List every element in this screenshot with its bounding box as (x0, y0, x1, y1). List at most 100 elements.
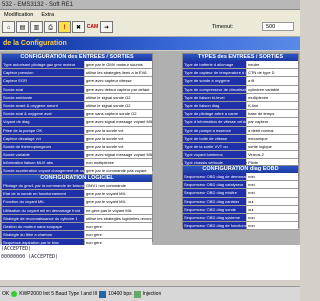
config-row-value: gere par le voyant MIL (85, 198, 152, 206)
config-row-value: gere avec signal message voyant MIL (85, 118, 152, 126)
config-row-value: utilise les strategies logicielles recon… (85, 214, 152, 222)
config-row-label: Type de pompe a essence (183, 126, 247, 134)
config-row: Type de capteur de temperature d air CTN … (183, 69, 298, 78)
config-row-value: gere avec capteur vitesse (85, 77, 152, 85)
config-row-label: Etat de la sonde en fonctionnement (2, 190, 84, 198)
home-icon[interactable]: ⌂ (2, 21, 15, 33)
config-row-label: Type de compresseur de climatisation (183, 85, 247, 93)
toolbar: ⌂ ▤ ▥ ⎙ ! ✖ CAM ➜ Timeout: 500 (0, 19, 300, 37)
close-icon[interactable]: ✖ (72, 21, 85, 33)
config-row-label: Sonde de thermoplongeurs (2, 142, 84, 151)
config-row: Type de pompe a essence a debit normal (183, 126, 298, 135)
log-console: (ACCEPTED) 00000000 (ACCEPTED) (0, 245, 300, 280)
config-row-value: base de temps (247, 110, 298, 118)
config-row-value: Vernos 2 (247, 151, 298, 159)
connection-status-icon (11, 291, 18, 297)
print-icon[interactable]: ⎙ (44, 21, 57, 33)
config-row: Type de compresseur de climatisation cyli… (183, 85, 298, 94)
exit-icon[interactable]: ➜ (100, 21, 113, 33)
config-row-label: Voyant de diag (2, 118, 84, 126)
config-row-value: par capteur (247, 118, 298, 126)
config-row-label: Sonde avant & oxygene amont (2, 101, 84, 110)
config-row: Fonction du voyant MIL gere par le voyant… (2, 198, 152, 207)
config-row-value: GMV1 non commande (85, 182, 152, 190)
panel-config-entrees: CONFIGURATION des ENTREES / SORTIES Type… (1, 53, 153, 184)
config-row: Sequenceur OBD diag de demarrage non (183, 173, 298, 182)
config-row-value: gere par la sonde vvt (85, 126, 152, 134)
panel-config-eobd: CONFIGURATION diag EOBD Sequenceur OBD d… (182, 165, 299, 231)
warning-icon[interactable]: ! (58, 21, 71, 33)
config-row-value: gere avec defaut capteur par defaut (85, 85, 152, 93)
config-row-label: Sequenceur OBD diag de demarrage (183, 173, 247, 181)
config-row: Strategie de reconnaissance du cylindre … (2, 214, 152, 223)
config-row-label: Sequenceur OBD diag systeme (183, 213, 247, 222)
config-row-value: a fil (247, 77, 298, 85)
config-row: Sequenceur OBD diag canister oui (183, 197, 298, 206)
config-row-value: K-line (247, 101, 298, 110)
config-row-label: Capteur decalage vvt (2, 134, 84, 142)
config-row: Sonde aval gere avec defaut capteur par d… (2, 85, 152, 94)
config-row: Type de sonde a oxygene a fil (183, 77, 298, 86)
status-bar: OK KWP2000 Init 5 Baud Type I and III 10… (0, 286, 300, 301)
config-row: Sonde aval & oxygene aval gere sans capte… (2, 110, 152, 119)
menu-bar: Modification Extra (0, 10, 300, 19)
config-row-value: non gere (85, 231, 152, 239)
config-row: Etat de la sonde en fonctionnement gere p… (2, 190, 152, 199)
config-row: Sonde de thermoplongeurs gere par la sond… (2, 142, 152, 152)
injection-icon (133, 290, 141, 298)
config-row-value: utilise le signal sonde O2 (85, 93, 152, 101)
panel-title: CONFIGURATION LOGICIEL (2, 175, 152, 182)
config-row-value: gere par le GMV moteur soumis (85, 61, 152, 69)
config-row-label: Type de pilotage arbre a came (183, 110, 247, 118)
config-row: Sequenceur OBD diag misfire non (183, 189, 298, 198)
menu-item-modification[interactable]: Modification (0, 12, 37, 18)
config-row: Type de liaison bi-level multiplexee (183, 93, 298, 102)
config-row: Utilisation du voyant mil en demarrage f… (2, 206, 152, 215)
config-row-label: Sonde aval & oxygene aval (2, 110, 84, 118)
config-row-label: Sonde variable (2, 151, 84, 159)
config-row-label: Type d information de vitesse vehicule (183, 118, 247, 126)
config-row-label: Sonde ambiante (2, 93, 84, 101)
config-row-label: Fonction du voyant MIL (2, 198, 84, 206)
status-speed: 10400 bps (108, 291, 132, 297)
timeout-field[interactable]: 500 (262, 22, 294, 31)
config-row-value: utilise les strategies liees a la EVA (85, 69, 152, 77)
config-row-value: multiplexee (247, 93, 298, 101)
config-row-label: Type autorisant pilotage gaz gmv moteur (2, 61, 84, 69)
config-row-value: ne gere pas le voyant MIL (85, 206, 152, 214)
section-title-bar: de la Configuration (0, 37, 300, 50)
config-row-label: Type de batterie d allumage (183, 61, 247, 69)
config-row-label: Sequenceur OBD diag canister (183, 197, 247, 205)
config-row: Prise de la pompe OK gere par la sonde vv… (2, 126, 152, 135)
config-row-label: Sequenceur OBD diag de fonctionnement (183, 222, 247, 230)
panel-types-entrees: TYPES des ENTREES / SORTIES Type de batt… (182, 53, 299, 168)
config-row-label: Sequenceur OBD diag catalyseur (183, 181, 247, 189)
document-icon[interactable]: ▥ (30, 21, 43, 33)
config-row: Sequenceur OBD diag catalyseur non (183, 181, 298, 190)
config-row-value: gere par la sonde vvt (85, 134, 152, 142)
chart-icon[interactable]: ▤ (16, 21, 29, 33)
camera-icon[interactable]: CAM (86, 21, 99, 33)
config-row: Capteur EGR gere avec capteur vitesse (2, 77, 152, 86)
config-row-label: Information liaison MUX abs (2, 159, 84, 167)
config-row-value: oui (247, 205, 298, 213)
config-row-label: Sequenceur OBD diag sonde (183, 205, 247, 213)
config-row: Type de liaison diag K-line (183, 101, 298, 111)
timeout-label: Timeout: (212, 24, 234, 30)
config-row: Sonde variable gere avec signal message v… (2, 151, 152, 160)
config-row-value: gere par le voyant MIL (85, 190, 152, 198)
config-row-label: Utilisation du voyant mil en demarrage f… (2, 206, 84, 214)
config-row: Type autorisant pilotage gaz gmv moteur g… (2, 61, 152, 70)
config-row-label: Type de capteur de temperature d air (183, 69, 247, 77)
panel-config-logiciel: CONFIGURATION LOGICIEL Pilotage du gmv1 … (1, 174, 153, 248)
config-row: Information liaison MUX abs non multiplex… (2, 159, 152, 168)
panel-title: TYPES des ENTREES / SORTIES (183, 54, 298, 61)
config-row: Type de boite de vitesse mecanique (183, 134, 298, 143)
config-row-label: Strategie du filtre a charbon (2, 231, 84, 239)
config-row-value: non (247, 181, 298, 189)
menu-item-extra[interactable]: Extra (37, 12, 58, 18)
config-row-label: Type voyant lumineux (183, 151, 247, 159)
config-row: Sonde ambiante utilise le signal sonde O2 (2, 93, 152, 102)
config-row: Strategie du filtre a charbon non gere (2, 231, 152, 240)
status-mode: Injection (142, 291, 162, 297)
